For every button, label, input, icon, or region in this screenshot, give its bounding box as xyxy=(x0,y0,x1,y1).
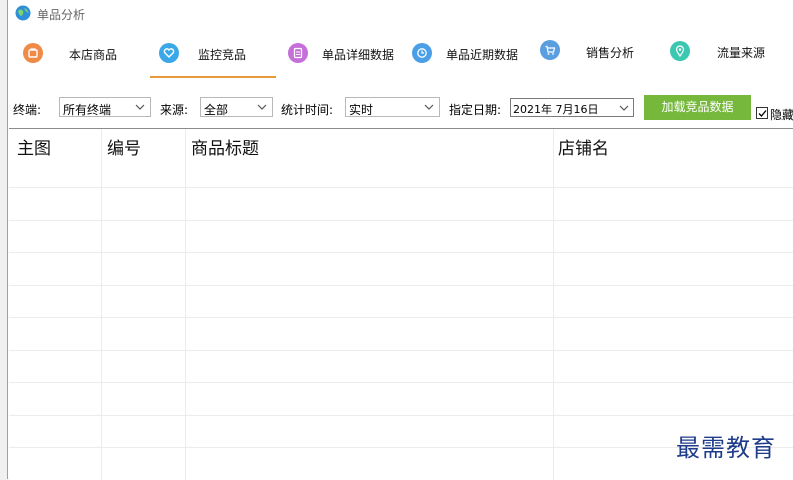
tab-label: 流量来源 xyxy=(717,46,766,60)
row-divider xyxy=(9,317,793,318)
title-bar: 单品分析 xyxy=(8,0,793,26)
date-label: 指定日期: xyxy=(449,103,502,117)
watermark: 最需教育 xyxy=(676,434,776,462)
window-title: 单品分析 xyxy=(37,8,86,22)
row-divider xyxy=(9,220,793,221)
column-divider xyxy=(553,129,554,480)
terminal-select[interactable]: 所有终端 xyxy=(59,97,151,117)
row-divider xyxy=(9,252,793,253)
tab-store-products[interactable]: 本店商品 xyxy=(23,32,133,78)
tab-label: 单品近期数据 xyxy=(446,48,519,62)
column-header-title[interactable]: 商品标题 xyxy=(191,134,259,159)
cart-icon xyxy=(540,40,560,60)
tab-label: 本店商品 xyxy=(69,48,118,62)
app-window: 单品分析 本店商品 监控竞品 单品详细数据 单品近期数据 销售分析 流量来源 终… xyxy=(7,0,793,480)
clock-icon xyxy=(412,43,432,63)
chevron-down-icon xyxy=(423,100,435,114)
active-tab-indicator xyxy=(150,76,276,78)
chevron-down-icon xyxy=(256,100,268,114)
tab-bar: 本店商品 监控竞品 单品详细数据 单品近期数据 销售分析 流量来源 xyxy=(8,32,793,80)
time-select[interactable]: 实时 xyxy=(345,97,440,117)
column-divider xyxy=(185,129,186,480)
column-divider xyxy=(101,129,102,480)
row-divider xyxy=(9,382,793,383)
tab-label: 销售分析 xyxy=(586,46,635,60)
column-header-main-image[interactable]: 主图 xyxy=(17,134,51,159)
row-divider xyxy=(9,415,793,416)
tab-product-recent-data[interactable]: 单品近期数据 xyxy=(412,32,532,78)
tab-label: 监控竞品 xyxy=(198,48,247,62)
tab-sales-analysis[interactable]: 销售分析 xyxy=(540,32,650,78)
column-header-id[interactable]: 编号 xyxy=(107,134,141,159)
source-label: 来源: xyxy=(160,103,189,117)
row-divider xyxy=(9,285,793,286)
location-icon xyxy=(670,41,690,61)
column-header-shop-name[interactable]: 店铺名 xyxy=(558,134,609,159)
document-icon xyxy=(288,43,308,63)
tab-monitor-competitors[interactable]: 监控竞品 xyxy=(150,32,276,78)
load-competitor-data-button[interactable]: 加载竞品数据 xyxy=(644,95,751,120)
row-divider xyxy=(9,187,793,188)
terminal-select-value: 所有终端 xyxy=(63,103,112,117)
hide-checkbox[interactable] xyxy=(756,107,768,119)
app-logo-icon xyxy=(15,5,31,21)
date-picker[interactable]: 2021年 7月16日 xyxy=(510,98,634,117)
hide-checkbox-label: 隐藏 xyxy=(770,108,793,122)
tab-product-detail-data[interactable]: 单品详细数据 xyxy=(288,32,408,78)
chevron-down-icon xyxy=(134,100,146,114)
tab-traffic-source[interactable]: 流量来源 xyxy=(670,32,780,78)
terminal-label: 终端: xyxy=(13,103,42,117)
time-label: 统计时间: xyxy=(281,103,334,117)
chevron-down-icon xyxy=(618,101,630,115)
date-picker-value: 2021年 7月16日 xyxy=(513,103,599,116)
time-select-value: 实时 xyxy=(349,103,374,117)
store-icon xyxy=(23,43,43,63)
heart-icon xyxy=(159,43,179,63)
source-select-value: 全部 xyxy=(204,103,229,117)
row-divider xyxy=(9,350,793,351)
table-header: 主图 编号 商品标题 店铺名 xyxy=(9,129,793,161)
tab-label: 单品详细数据 xyxy=(322,48,395,62)
source-select[interactable]: 全部 xyxy=(200,97,273,117)
